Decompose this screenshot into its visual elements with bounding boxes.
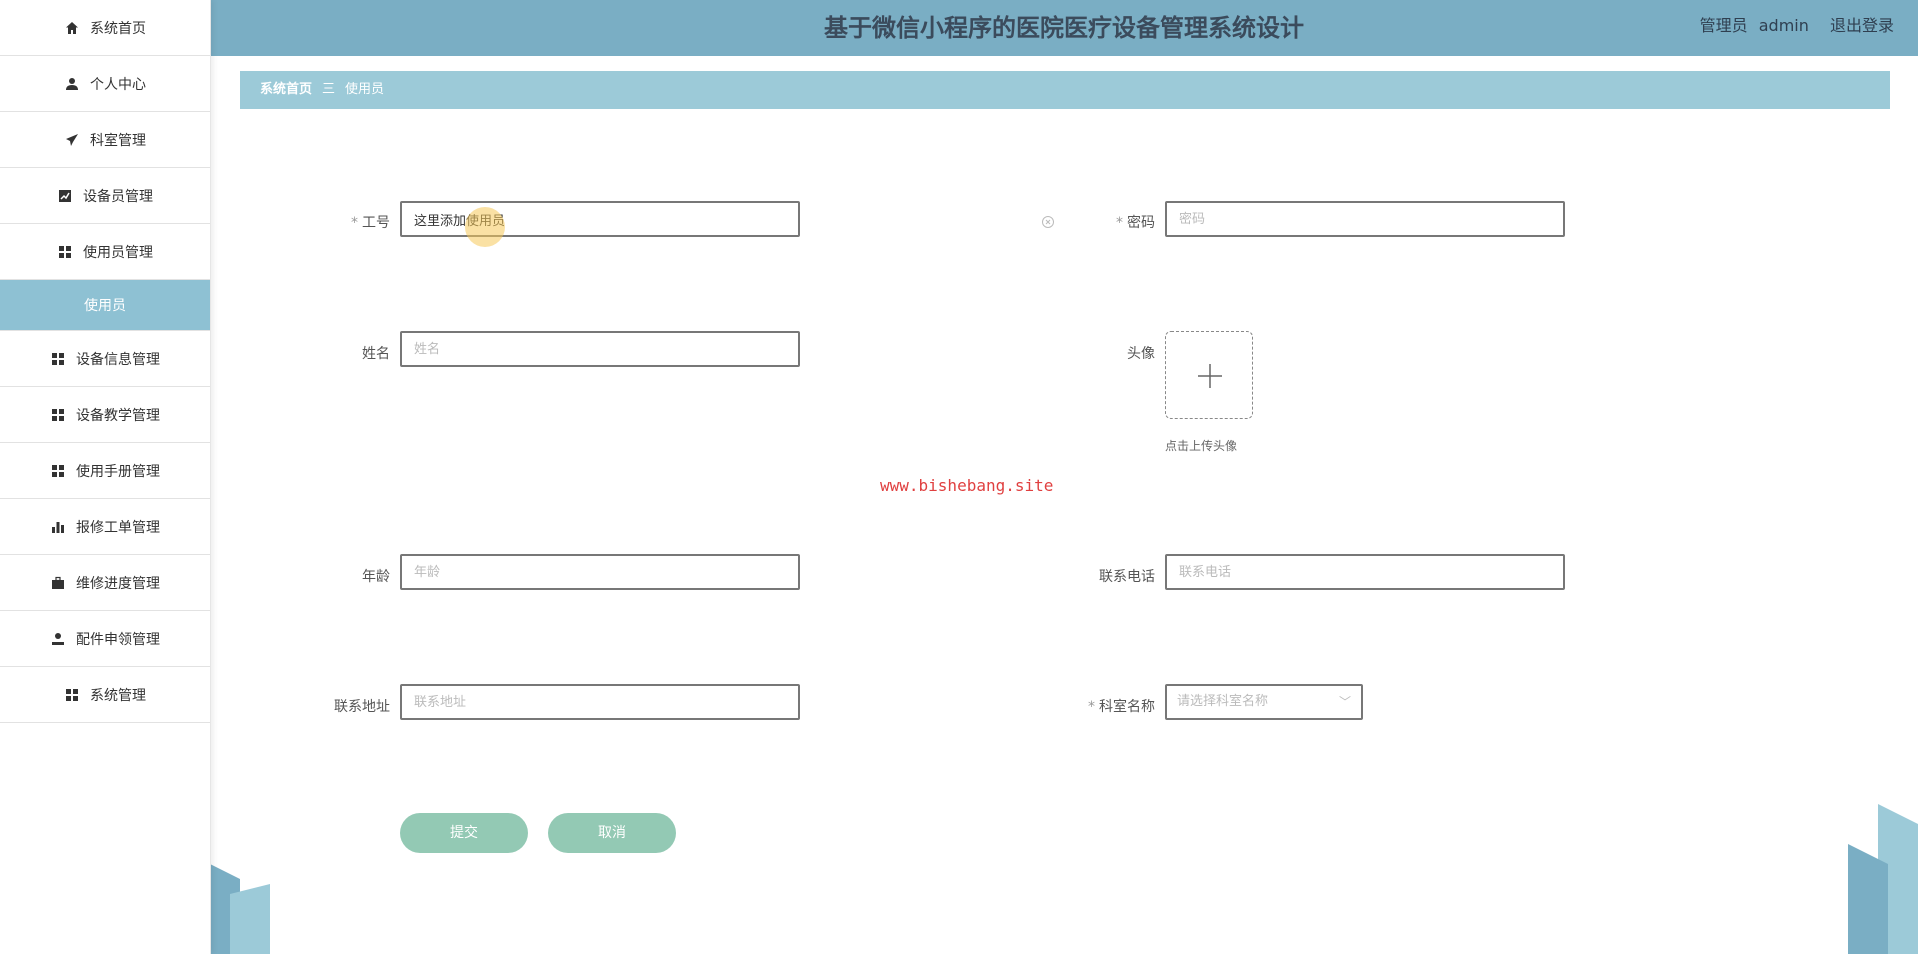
department-select-placeholder: 请选择科室名称 — [1177, 694, 1269, 709]
avatar-upload-hint: 点击上传头像 — [1165, 439, 1238, 453]
breadcrumb-current: 使用员 — [345, 82, 385, 97]
content-card-bottom — [270, 914, 1848, 954]
password-input[interactable] — [1165, 201, 1565, 237]
label-text: 科室名称 — [1099, 699, 1155, 715]
sidebar-item-label: 使用员管理 — [83, 244, 153, 261]
field-label-gonghao: * 工号 — [351, 215, 390, 231]
person-icon — [50, 631, 66, 647]
paper-plane-icon — [64, 132, 80, 148]
grid-icon — [50, 351, 66, 367]
page-title: 基于微信小程序的医院医疗设备管理系统设计 — [824, 14, 1304, 42]
sidebar-item-personal-center[interactable]: 个人中心 — [0, 56, 210, 112]
sidebar-item-label: 设备员管理 — [83, 188, 153, 205]
sidebar-item-equipment-staff[interactable]: 设备员管理 — [0, 168, 210, 224]
sidebar: 系统首页 个人中心 科室管理 设备员管理 使用员管理 使用员 设备信息管理 设备… — [0, 0, 211, 954]
plus-icon — [1198, 364, 1222, 388]
sidebar-item-department[interactable]: 科室管理 — [0, 112, 210, 168]
briefcase-icon — [50, 575, 66, 591]
label-text: 姓名 — [362, 346, 390, 362]
sidebar-item-repair-progress[interactable]: 维修进度管理 — [0, 555, 210, 611]
sidebar-item-manual[interactable]: 使用手册管理 — [0, 443, 210, 499]
sidebar-item-repair-order[interactable]: 报修工单管理 — [0, 499, 210, 555]
label-text: 年龄 — [362, 569, 390, 585]
background-decoration — [210, 864, 270, 954]
field-label-dianhua: 联系电话 — [1035, 566, 1155, 586]
grid-icon — [57, 244, 73, 260]
breadcrumb-separator: 三 — [322, 82, 336, 97]
grid-icon — [64, 687, 80, 703]
label-text: 密码 — [1127, 215, 1155, 231]
chart-icon — [57, 188, 73, 204]
field-label-dizhi: 联系地址 — [270, 696, 390, 716]
bar-chart-icon — [50, 519, 66, 535]
user-icon — [64, 76, 80, 92]
sidebar-item-home[interactable]: 系统首页 — [0, 0, 210, 56]
user-info: 管理员 admin 退出登录 — [1694, 0, 1894, 52]
address-input[interactable] — [400, 684, 800, 720]
cancel-button[interactable]: 取消 — [548, 813, 676, 853]
chevron-down-icon: ﹀ — [1338, 695, 1351, 709]
submit-button[interactable]: 提交 — [400, 813, 528, 853]
mouse-cursor-highlight — [465, 207, 505, 247]
sidebar-item-label: 设备信息管理 — [76, 351, 160, 368]
logout-link[interactable]: 退出登录 — [1830, 16, 1894, 35]
breadcrumb-home[interactable]: 系统首页 — [260, 82, 312, 97]
sidebar-item-label: 配件申领管理 — [76, 631, 160, 648]
field-label-xingming: 姓名 — [270, 343, 390, 363]
sidebar-item-equipment-teaching[interactable]: 设备教学管理 — [0, 387, 210, 443]
sidebar-item-label: 使用手册管理 — [76, 463, 160, 480]
sidebar-item-label: 使用员 — [84, 298, 126, 314]
grid-icon — [50, 407, 66, 423]
user-role: 管理员 — [1699, 16, 1748, 35]
label-text: 联系地址 — [334, 699, 390, 715]
avatar-upload[interactable] — [1165, 331, 1253, 419]
field-label-touxiang: 头像 — [1035, 343, 1155, 363]
breadcrumb: 系统首页三使用员 — [240, 71, 1890, 109]
field-label-nianling: 年龄 — [270, 566, 390, 586]
label-text: 工号 — [362, 215, 390, 231]
home-icon — [64, 20, 80, 36]
sidebar-item-label: 系统首页 — [90, 20, 146, 37]
name-input[interactable] — [400, 331, 800, 367]
department-select[interactable]: 请选择科室名称 ﹀ — [1165, 684, 1363, 720]
sidebar-item-label: 维修进度管理 — [76, 575, 160, 592]
sidebar-item-equipment-info[interactable]: 设备信息管理 — [0, 331, 210, 387]
age-input[interactable] — [400, 554, 800, 590]
header: 基于微信小程序的医院医疗设备管理系统设计 管理员 admin 退出登录 — [210, 0, 1918, 56]
phone-input[interactable] — [1165, 554, 1565, 590]
sidebar-item-label: 科室管理 — [90, 132, 146, 149]
field-label-mima: * 密码 — [1116, 215, 1155, 231]
sidebar-item-label: 系统管理 — [90, 687, 146, 704]
background-decoration — [1848, 804, 1918, 954]
sidebar-item-user-staff[interactable]: 使用员管理 — [0, 224, 210, 280]
field-label-keshi: * 科室名称 — [1088, 699, 1155, 715]
sidebar-item-system[interactable]: 系统管理 — [0, 667, 210, 723]
watermark: www.bishebang.site — [880, 476, 1054, 495]
username: admin — [1758, 16, 1809, 35]
sidebar-subitem-user[interactable]: 使用员 — [0, 280, 210, 331]
grid-icon — [50, 463, 66, 479]
gonghao-input[interactable] — [400, 201, 800, 237]
sidebar-item-label: 设备教学管理 — [76, 407, 160, 424]
label-text: 头像 — [1127, 346, 1155, 362]
label-text: 联系电话 — [1099, 569, 1155, 585]
sidebar-item-label: 个人中心 — [90, 76, 146, 93]
sidebar-item-label: 报修工单管理 — [76, 519, 160, 536]
sidebar-item-parts-request[interactable]: 配件申领管理 — [0, 611, 210, 667]
